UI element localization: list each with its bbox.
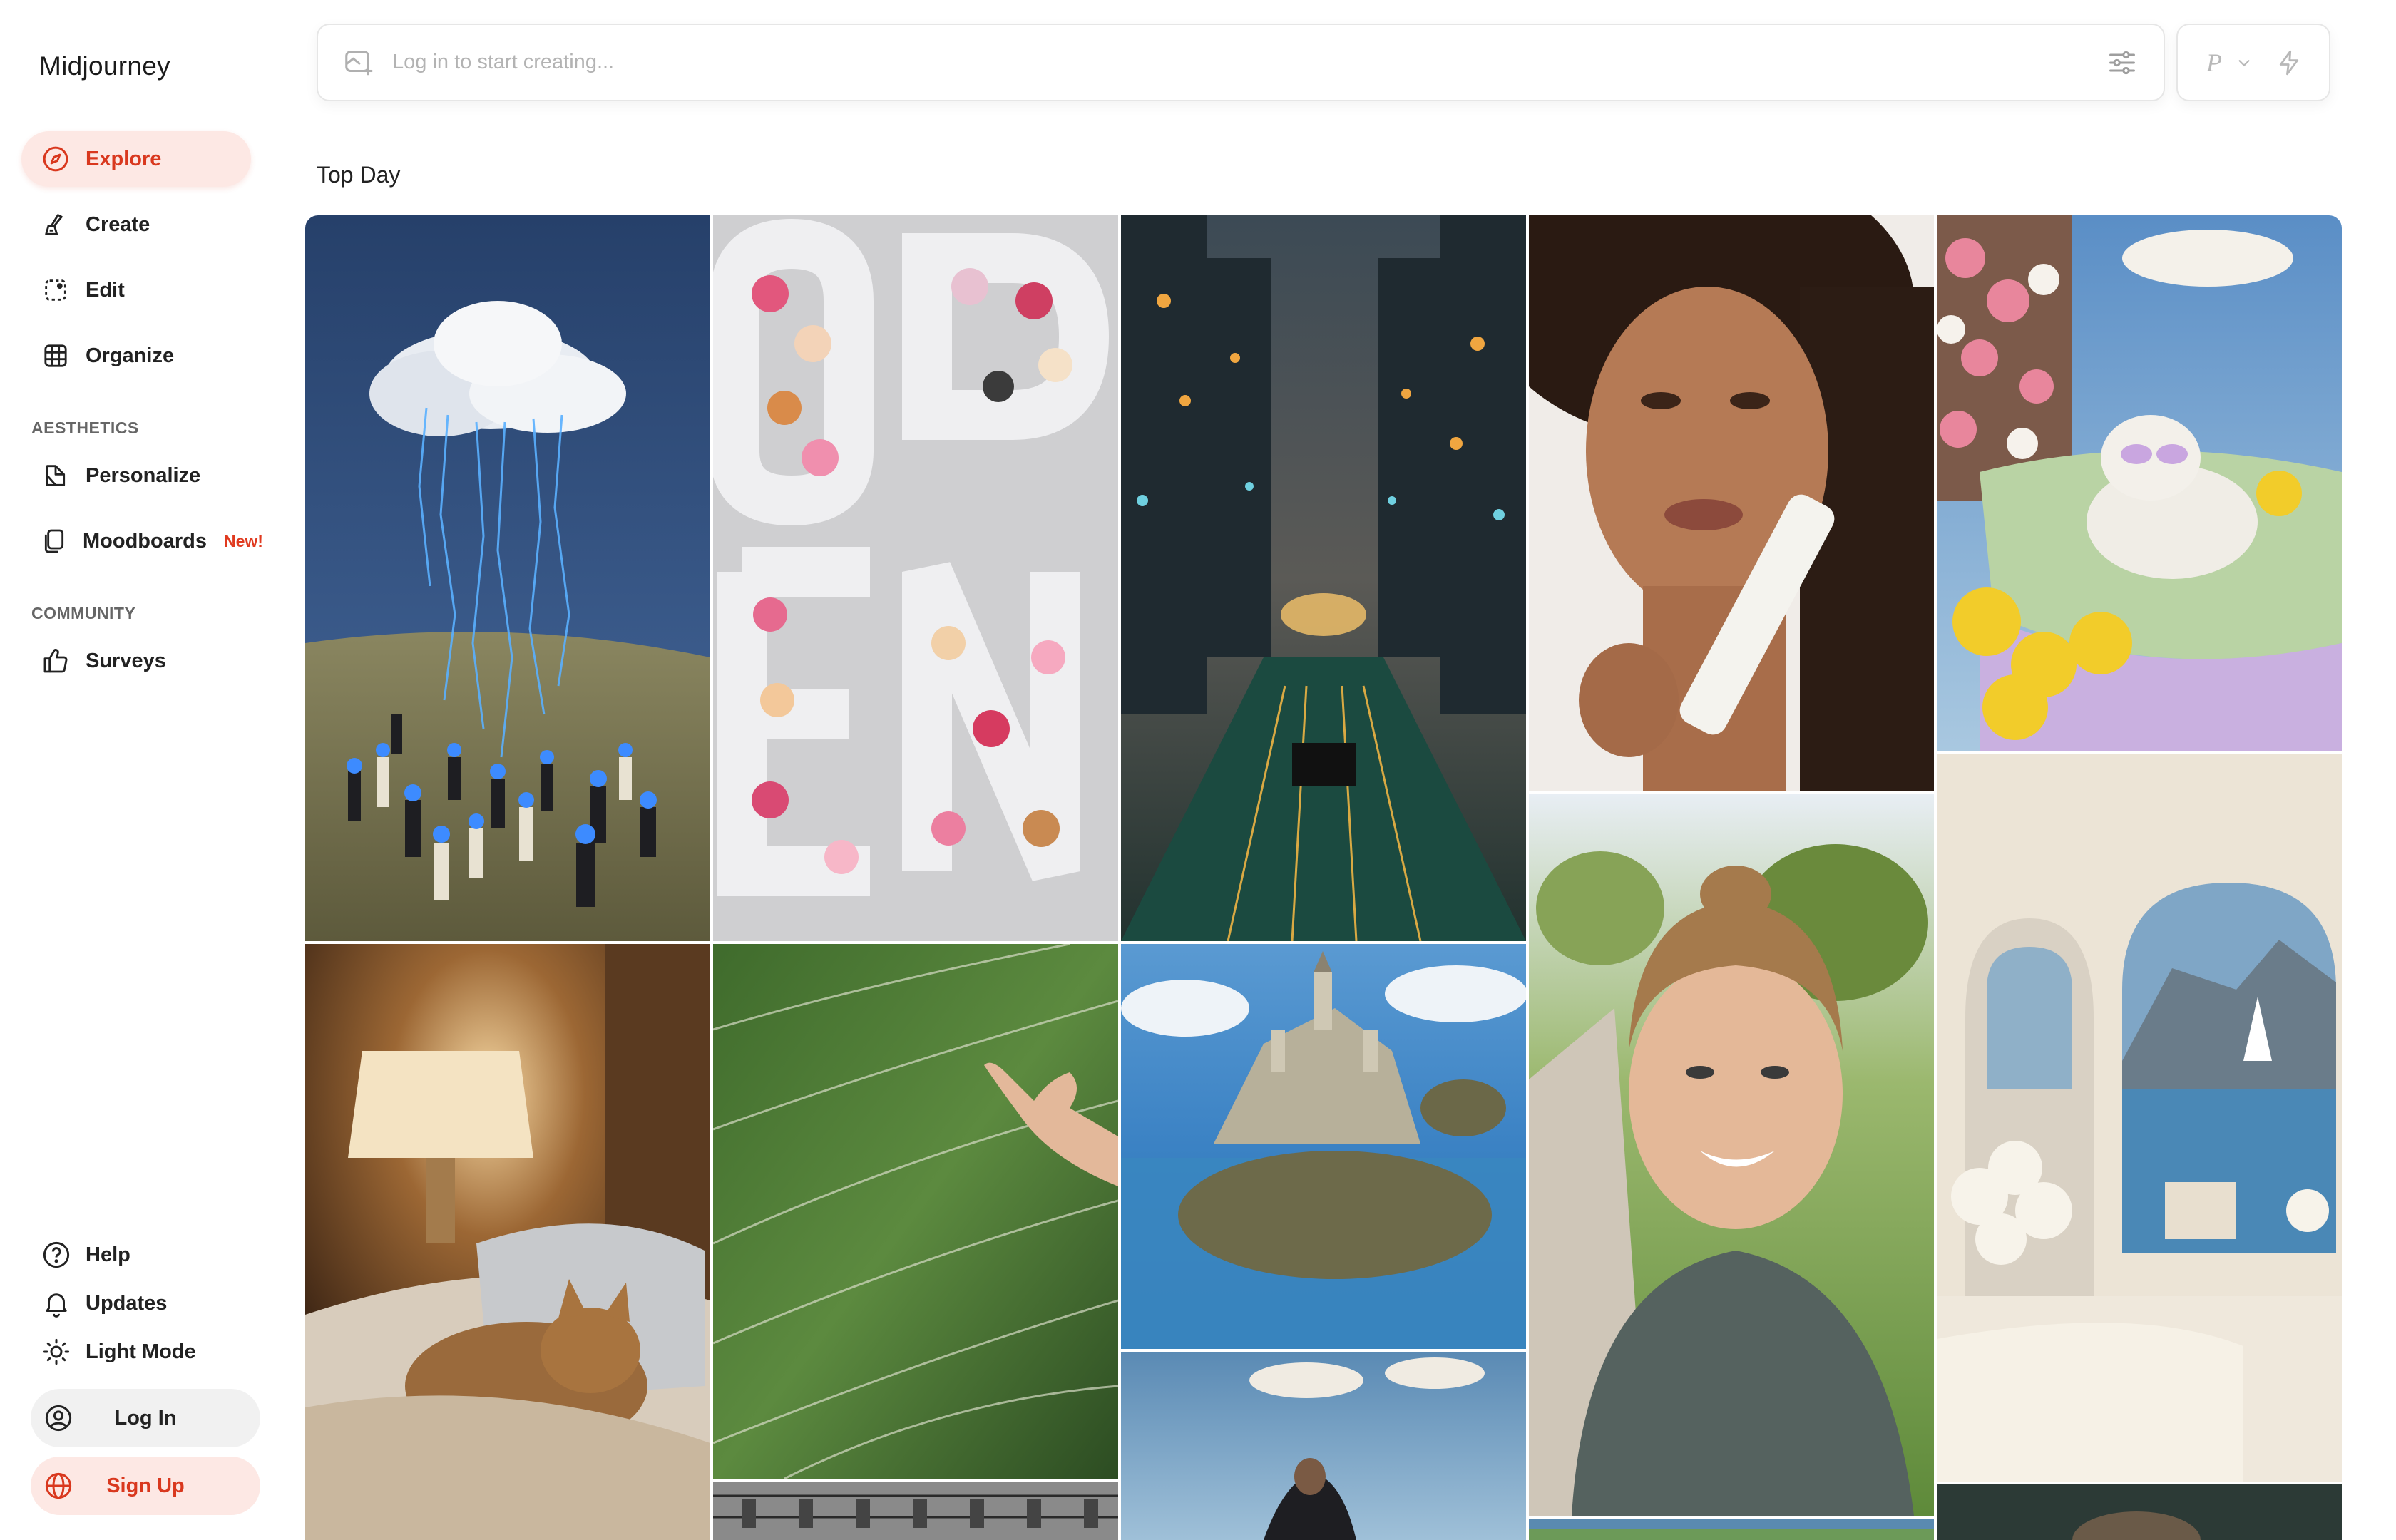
sign-up-button[interactable]: Sign Up bbox=[31, 1457, 260, 1515]
log-in-button[interactable]: Log In bbox=[31, 1389, 260, 1447]
gallery-image-smiling-woman[interactable] bbox=[1529, 794, 1934, 1516]
community-heading: COMMUNITY bbox=[31, 604, 136, 622]
edit-frame-icon bbox=[40, 274, 71, 306]
sign-up-label: Sign Up bbox=[106, 1474, 185, 1497]
feed-title: Top Day bbox=[317, 162, 401, 188]
thumbs-up-icon bbox=[40, 645, 71, 677]
nav-organize[interactable]: Organize bbox=[21, 328, 251, 384]
gallery-image-seaside-room[interactable] bbox=[1937, 754, 2342, 1482]
bolt-icon[interactable] bbox=[2275, 48, 2303, 77]
gallery-image-circuit-city[interactable] bbox=[1121, 215, 1526, 941]
app-logo[interactable]: Midjourney bbox=[39, 51, 170, 81]
light-mode-toggle[interactable]: Light Mode bbox=[40, 1334, 196, 1370]
nav-create-label: Create bbox=[86, 212, 150, 236]
light-mode-label: Light Mode bbox=[86, 1340, 196, 1363]
gallery-image-hand-grass[interactable] bbox=[713, 944, 1118, 1479]
updates-link[interactable]: Updates bbox=[40, 1285, 167, 1321]
image-gallery bbox=[305, 215, 2342, 1540]
nav-edit[interactable]: Edit bbox=[21, 262, 251, 318]
prompt-input[interactable] bbox=[392, 51, 2106, 74]
gallery-image-sky-man[interactable] bbox=[1121, 1352, 1526, 1540]
sliders-icon[interactable] bbox=[2106, 47, 2138, 78]
help-icon bbox=[40, 1238, 73, 1271]
nav-surveys[interactable]: Surveys bbox=[21, 633, 251, 689]
gallery-image-storm-cloud[interactable] bbox=[305, 215, 710, 941]
nav-moodboards[interactable]: Moodboards New! bbox=[21, 513, 263, 569]
gallery-image-architecture[interactable] bbox=[713, 1482, 1118, 1540]
user-icon bbox=[43, 1403, 73, 1433]
moodboard-icon bbox=[40, 525, 68, 557]
nav-edit-label: Edit bbox=[86, 278, 125, 302]
gallery-image-skincare-portrait[interactable] bbox=[1529, 215, 1934, 791]
nav-explore-label: Explore bbox=[86, 147, 162, 170]
log-in-label: Log In bbox=[114, 1406, 177, 1429]
gallery-image-turtle-castle[interactable] bbox=[1121, 944, 1526, 1349]
personalize-icon bbox=[40, 460, 71, 491]
new-badge: New! bbox=[224, 531, 263, 550]
image-add-icon bbox=[345, 50, 373, 75]
bell-icon bbox=[40, 1287, 73, 1320]
sun-icon bbox=[40, 1335, 73, 1368]
gallery-image-landscape[interactable] bbox=[1529, 1519, 1934, 1540]
gallery-image-rat-lemons[interactable] bbox=[1937, 215, 2342, 751]
nav-surveys-label: Surveys bbox=[86, 649, 166, 672]
grid-icon bbox=[40, 340, 71, 371]
help-label: Help bbox=[86, 1243, 130, 1266]
brush-icon bbox=[40, 209, 71, 240]
gallery-image-candy-letters[interactable] bbox=[713, 215, 1118, 941]
gallery-image-sleeping-cat[interactable] bbox=[305, 944, 710, 1540]
mode-selector[interactable]: P bbox=[2206, 48, 2222, 78]
sidebar: Midjourney Explore Create Edit Organize … bbox=[0, 0, 289, 1540]
chevron-down-icon[interactable] bbox=[2236, 55, 2252, 71]
prompt-bar bbox=[317, 24, 2165, 101]
nav-personalize-label: Personalize bbox=[86, 463, 201, 487]
help-link[interactable]: Help bbox=[40, 1237, 130, 1273]
nav-organize-label: Organize bbox=[86, 344, 175, 367]
mode-controls: P bbox=[2176, 24, 2330, 101]
nav-explore[interactable]: Explore bbox=[21, 131, 251, 187]
globe-icon bbox=[43, 1471, 73, 1501]
nav-personalize[interactable]: Personalize bbox=[21, 448, 251, 503]
compass-icon bbox=[40, 143, 71, 175]
nav-create[interactable]: Create bbox=[21, 197, 251, 252]
gallery-image-bottom-tile[interactable] bbox=[1937, 1484, 2342, 1540]
aesthetics-heading: AESTHETICS bbox=[31, 419, 139, 437]
updates-label: Updates bbox=[86, 1291, 168, 1315]
nav-moodboards-label: Moodboards bbox=[83, 529, 207, 553]
